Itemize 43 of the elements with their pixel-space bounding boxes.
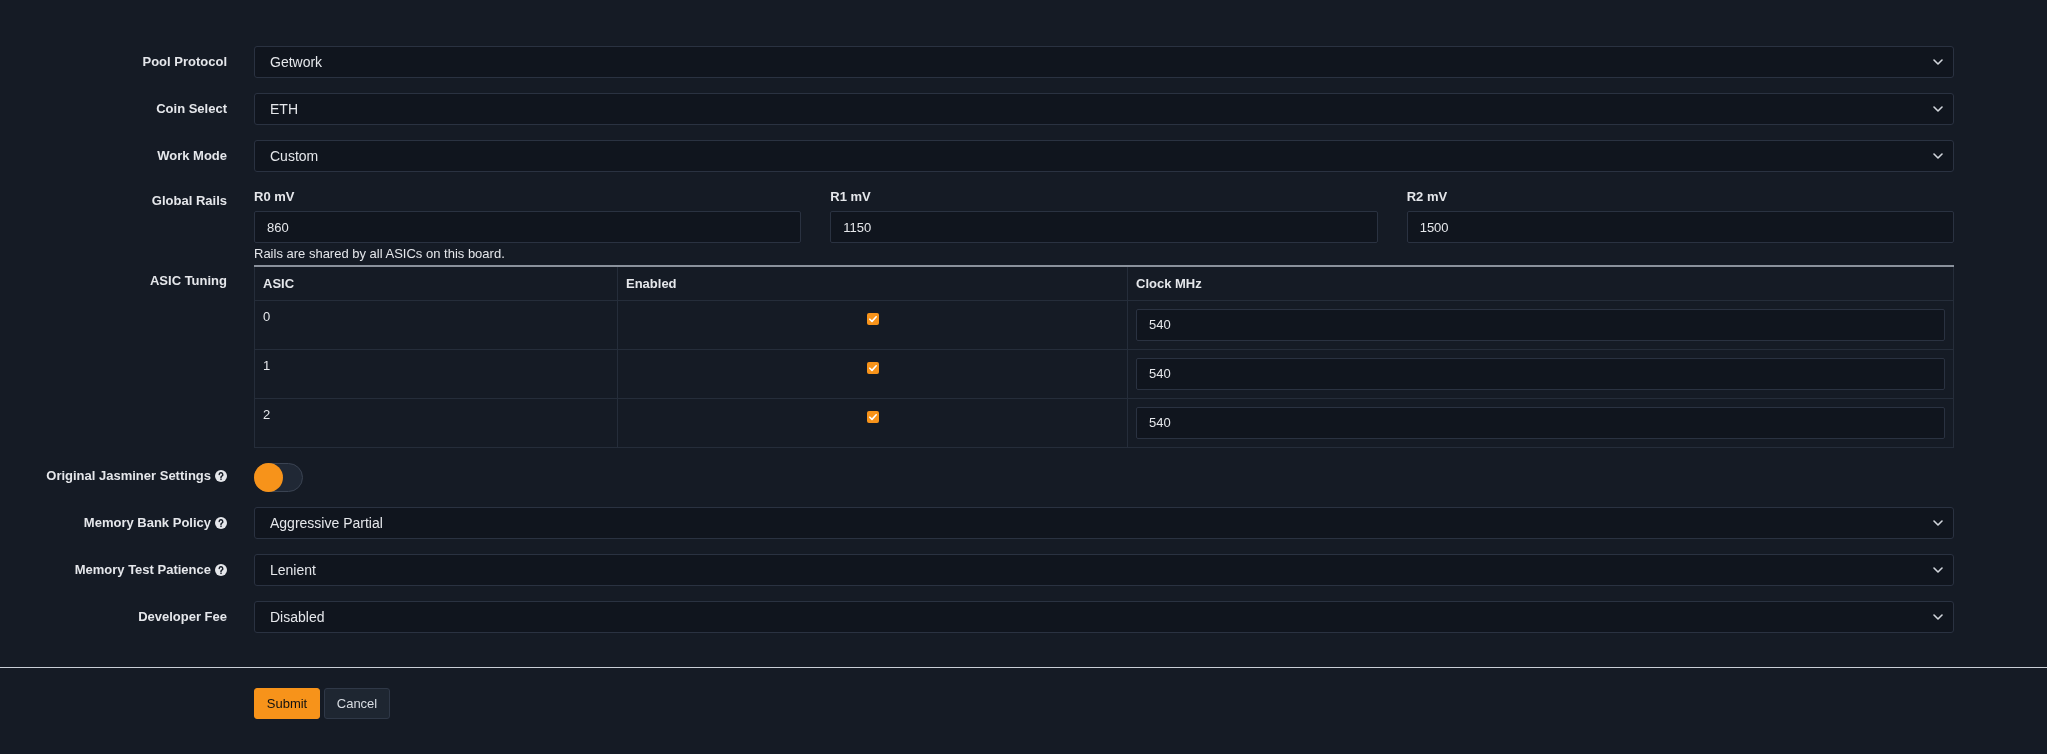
input-field[interactable]: 860 (254, 211, 802, 243)
field-label: Global Rails (151, 193, 227, 209)
input-field[interactable]: 1150 (830, 211, 1378, 243)
select-dropdown[interactable]: ETH (254, 93, 1954, 125)
cancel-button[interactable]: Cancel (324, 687, 390, 719)
help-text: Rails are shared by all ASICs on this board. (254, 246, 506, 262)
chevron-down-icon (1933, 59, 1943, 65)
input-field[interactable]: 1500 (1406, 211, 1954, 243)
table-header-cell: Clock MHz (1127, 266, 1954, 300)
chevron-down-icon (1933, 153, 1943, 159)
chevron-down-icon (1933, 566, 1943, 573)
field-label: Coin Select (156, 101, 227, 117)
select-dropdown[interactable]: Custom (254, 140, 1954, 172)
field-label: Work Mode (157, 148, 227, 164)
field-label: Original Jasminer Settings (46, 467, 211, 484)
chevron-down-icon (1933, 613, 1943, 620)
checkbox[interactable] (866, 410, 879, 423)
table-cell: 0 (254, 300, 618, 349)
field-label: R0 mV (254, 188, 296, 205)
select-dropdown[interactable]: Disabled (254, 600, 1954, 633)
table-cell: 2 (254, 398, 618, 447)
select-dropdown[interactable]: Lenient (254, 553, 1954, 586)
table-header-cell: ASIC (254, 266, 618, 300)
select-dropdown[interactable]: Getwork (254, 46, 1954, 78)
chevron-down-icon (1933, 519, 1943, 526)
submit-button[interactable]: Submit (254, 687, 320, 719)
field-label: Memory Bank Policy (83, 514, 211, 531)
chevron-down-icon (1933, 106, 1943, 112)
field-label: Memory Test Patience (74, 561, 211, 578)
field-label: R1 mV (830, 188, 872, 205)
table-cell: 1 (254, 349, 618, 398)
input-field[interactable]: 540 (1136, 406, 1945, 439)
input-field[interactable]: 540 (1136, 357, 1945, 390)
field-label: Developer Fee (138, 608, 227, 625)
input-field[interactable]: 540 (1136, 308, 1945, 341)
table-header-cell: Enabled (617, 266, 1128, 300)
select-dropdown[interactable]: Aggressive Partial (254, 506, 1954, 539)
toggle-switch[interactable] (254, 462, 303, 492)
field-label: ASIC Tuning (149, 273, 227, 289)
field-label: Pool Protocol (142, 54, 227, 70)
checkbox[interactable] (866, 312, 879, 325)
field-label: R2 mV (1406, 188, 1449, 205)
checkbox[interactable] (866, 361, 879, 374)
